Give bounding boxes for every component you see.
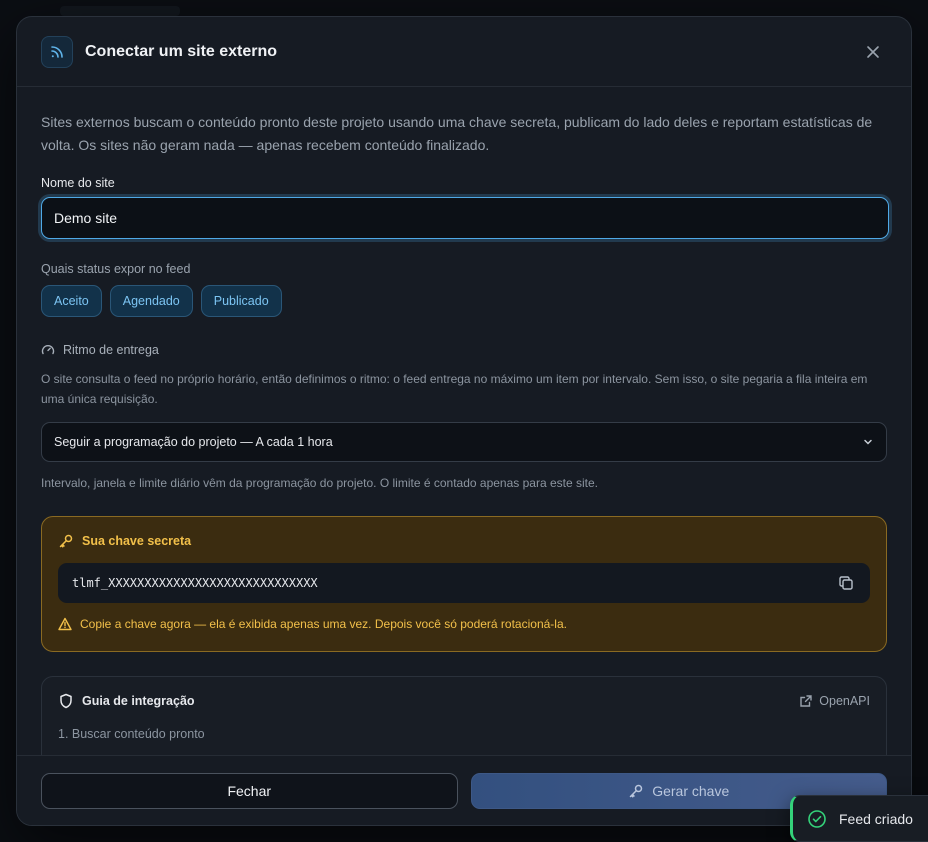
guide-heading: Guia de integração OpenAPI (58, 693, 870, 709)
warning-text: Copie a chave agora — ela é exibida apen… (80, 617, 567, 631)
modal-body: Sites externos buscam o conteúdo pronto … (17, 87, 911, 757)
chevron-down-icon (864, 439, 872, 445)
chip-publicado[interactable]: Publicado (200, 285, 282, 317)
background-content (60, 6, 180, 16)
toast-notification[interactable]: Feed criado (790, 795, 928, 842)
modal-header: Conectar um site externo (17, 17, 911, 87)
secret-key-panel: Sua chave secreta tlmf_XXXXXXXXXXXXXXXXX… (41, 516, 887, 652)
secret-key-value[interactable]: tlmf_XXXXXXXXXXXXXXXXXXXXXXXXXXXXX (72, 576, 836, 590)
openapi-label: OpenAPI (819, 694, 870, 708)
pace-select-value: Seguir a programação do projeto — A cada… (54, 435, 333, 449)
status-chips: Aceito Agendado Publicado (41, 285, 887, 317)
close-modal-label: Fechar (227, 782, 272, 799)
pace-select[interactable]: Seguir a programação do projeto — A cada… (41, 422, 887, 462)
toast-message: Feed criado (839, 810, 913, 827)
check-circle-icon (808, 809, 826, 828)
warning-icon (58, 617, 72, 631)
modal-footer: Fechar Gerar chave (17, 755, 911, 825)
intro-text: Sites externos buscam o conteúdo pronto … (41, 114, 873, 153)
rss-icon (41, 35, 73, 68)
pace-title: Ritmo de entrega (63, 343, 159, 357)
secret-key-heading: Sua chave secreta (58, 533, 870, 549)
chip-agendado[interactable]: Agendado (109, 285, 193, 317)
secret-key-field: tlmf_XXXXXXXXXXXXXXXXXXXXXXXXXXXXX (58, 563, 870, 603)
site-name-input[interactable] (41, 197, 889, 239)
site-name-label: Nome do site (41, 176, 115, 190)
connect-site-modal: Conectar um site externo Sites externos … (16, 16, 912, 826)
integration-guide: Guia de integração OpenAPI 1. Buscar con… (41, 676, 887, 757)
guide-title: Guia de integração (82, 694, 195, 708)
key-icon (629, 784, 643, 797)
copy-key-button[interactable] (836, 573, 856, 593)
key-icon (59, 534, 73, 548)
close-icon (867, 45, 879, 58)
shield-icon (60, 693, 72, 709)
pace-heading: Ritmo de entrega (41, 343, 887, 357)
secret-key-warning: Copie a chave agora — ela é exibida apen… (58, 617, 870, 631)
gauge-icon (41, 345, 55, 355)
secret-key-title: Sua chave secreta (82, 534, 192, 548)
chip-aceito[interactable]: Aceito (41, 285, 102, 317)
guide-step-1: 1. Buscar conteúdo pronto (58, 727, 205, 741)
copy-icon (839, 576, 853, 590)
close-button[interactable] (859, 38, 887, 66)
generate-key-label: Gerar chave (652, 782, 730, 799)
pace-help-2: Intervalo, janela e limite diário vêm da… (41, 476, 598, 490)
close-modal-button[interactable]: Fechar (41, 772, 458, 809)
modal-title: Conectar um site externo (85, 42, 278, 60)
external-link-icon (800, 695, 812, 707)
status-label: Quais status expor no feed (41, 262, 191, 276)
pace-help: O site consulta o feed no próprio horári… (41, 372, 868, 406)
openapi-link[interactable]: OpenAPI (799, 694, 870, 708)
